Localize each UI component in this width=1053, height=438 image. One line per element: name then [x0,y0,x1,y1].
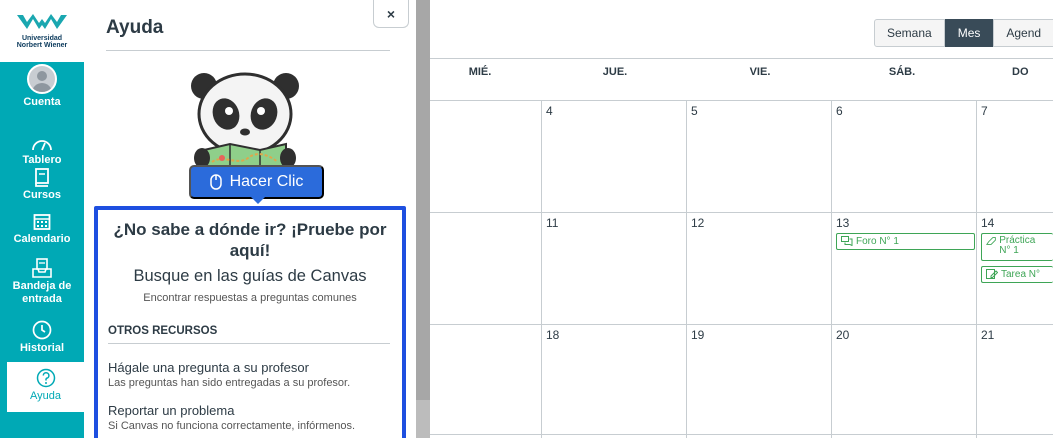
university-name-line2: Norbert Wiener [16,42,68,49]
day-cell-number[interactable]: 7 [981,104,988,118]
day-header-wed: MIÉ. [468,66,492,78]
calendar-icon [33,214,51,230]
divider [430,58,1053,59]
rocket-icon [986,237,996,245]
day-header-sat: SÁB. [888,66,916,78]
grid-line [430,100,1053,101]
event-task[interactable]: Tarea N° [981,266,1053,283]
discussion-icon [841,236,853,246]
university-name: Universidad Norbert Wiener [17,35,68,49]
user-avatar-icon [27,64,57,94]
grid-line [430,434,1053,435]
day-cell-number[interactable]: 4 [546,104,553,118]
report-problem-link[interactable]: Reportar un problema [108,403,234,418]
mouse-icon [209,174,222,190]
nav-item-label: Calendario [13,233,71,245]
nav-item-label: Cursos [23,189,61,201]
ask-instructor-desc: Las preguntas han sido entregadas a su p… [108,377,351,389]
assignment-icon [986,269,998,279]
help-resources-box: ¿No sabe a dónde ir? ¡Pruebe por aquí! B… [94,206,406,438]
question-circle-icon [36,368,55,388]
university-logo[interactable]: Universidad Norbert Wiener [0,0,84,62]
grid-line [976,100,977,438]
day-cell-number[interactable]: 20 [836,328,849,342]
nav-item-dashboard[interactable]: Tablero [0,136,84,167]
day-header-fri: VIE. [749,66,771,78]
nav-item-courses[interactable]: Cursos [0,168,84,202]
inbox-icon [32,258,52,278]
day-cell-number[interactable]: 18 [546,328,559,342]
ask-instructor-link[interactable]: Hágale una pregunta a su profesor [108,360,309,375]
help-question: ¿No sabe a dónde ir? ¡Pruebe por aquí! [113,220,387,260]
close-icon: × [386,5,396,22]
view-month-button[interactable]: Mes [944,19,994,47]
other-resources-heading: OTROS RECURSOS [108,325,218,337]
nav-item-account[interactable]: Cuenta [0,64,84,112]
day-cell-number[interactable]: 14 [981,216,994,230]
day-cell-number[interactable]: 11 [546,216,558,230]
global-navigation: Universidad Norbert Wiener Cuenta Tabler… [0,0,84,438]
click-here-button[interactable]: Hacer Clic [189,165,324,204]
grid-line [430,324,1053,325]
grid-line [831,100,832,438]
nav-item-label: Historial [19,342,64,354]
event-practice[interactable]: Práctica N° 1 [981,233,1053,261]
close-tray-button[interactable]: × [373,0,409,28]
nav-item-label: Bandeja de entrada [12,280,72,305]
day-cell-number[interactable]: 12 [691,216,704,230]
nav-item-calendar[interactable]: Calendario [0,212,84,246]
click-here-label: Hacer Clic [229,173,304,190]
panda-mascot-icon [191,72,299,176]
grid-line [430,212,1053,213]
day-cell-number[interactable]: 19 [691,328,704,342]
grid-line [541,100,542,438]
nav-item-label: Ayuda [30,390,61,402]
canvas-guides-link[interactable]: Busque en las guías de Canvas [98,267,402,286]
logo-mark-icon [17,14,67,29]
canvas-guides-subtitle: Encontrar respuestas a preguntas comunes [143,292,357,304]
event-forum[interactable]: Foro N° 1 [836,233,975,250]
day-cell-number[interactable]: 6 [836,104,843,118]
help-tray: Ayuda × Hacer Clic ¿No sabe a dónde ir? … [84,0,416,438]
event-title: Práctica N° 1 [999,235,1036,256]
tray-scrollbar-thumb[interactable] [416,0,430,400]
nav-item-help[interactable]: Ayuda [7,362,84,412]
grid-line [686,100,687,438]
divider [106,50,390,51]
day-cell-number[interactable]: 21 [981,328,994,342]
view-agenda-button[interactable]: Agend [993,19,1053,47]
nav-item-history[interactable]: Historial [0,320,84,355]
event-title: Tarea N° [1001,269,1041,280]
calendar-view-switcher: Semana Mes Agend [874,19,1053,47]
university-name-line1: Universidad [21,35,63,42]
day-header-sun: DO [1012,66,1029,78]
event-title: Foro N° 1 [856,236,899,247]
nav-item-label: Cuenta [23,96,61,108]
divider [108,343,390,344]
tray-title: Ayuda [106,17,164,38]
clock-icon [32,320,52,340]
nav-item-inbox[interactable]: Bandeja de entrada [0,258,84,306]
report-problem-desc: Si Canvas no funciona correctamente, inf… [108,420,356,432]
speedometer-icon [32,140,52,151]
day-header-thu: JUE. [602,66,628,78]
day-cell-number[interactable]: 5 [691,104,698,118]
book-icon [35,168,49,187]
view-week-button[interactable]: Semana [874,19,945,47]
nav-item-label: Tablero [22,154,62,166]
day-cell-number[interactable]: 13 [836,216,849,230]
